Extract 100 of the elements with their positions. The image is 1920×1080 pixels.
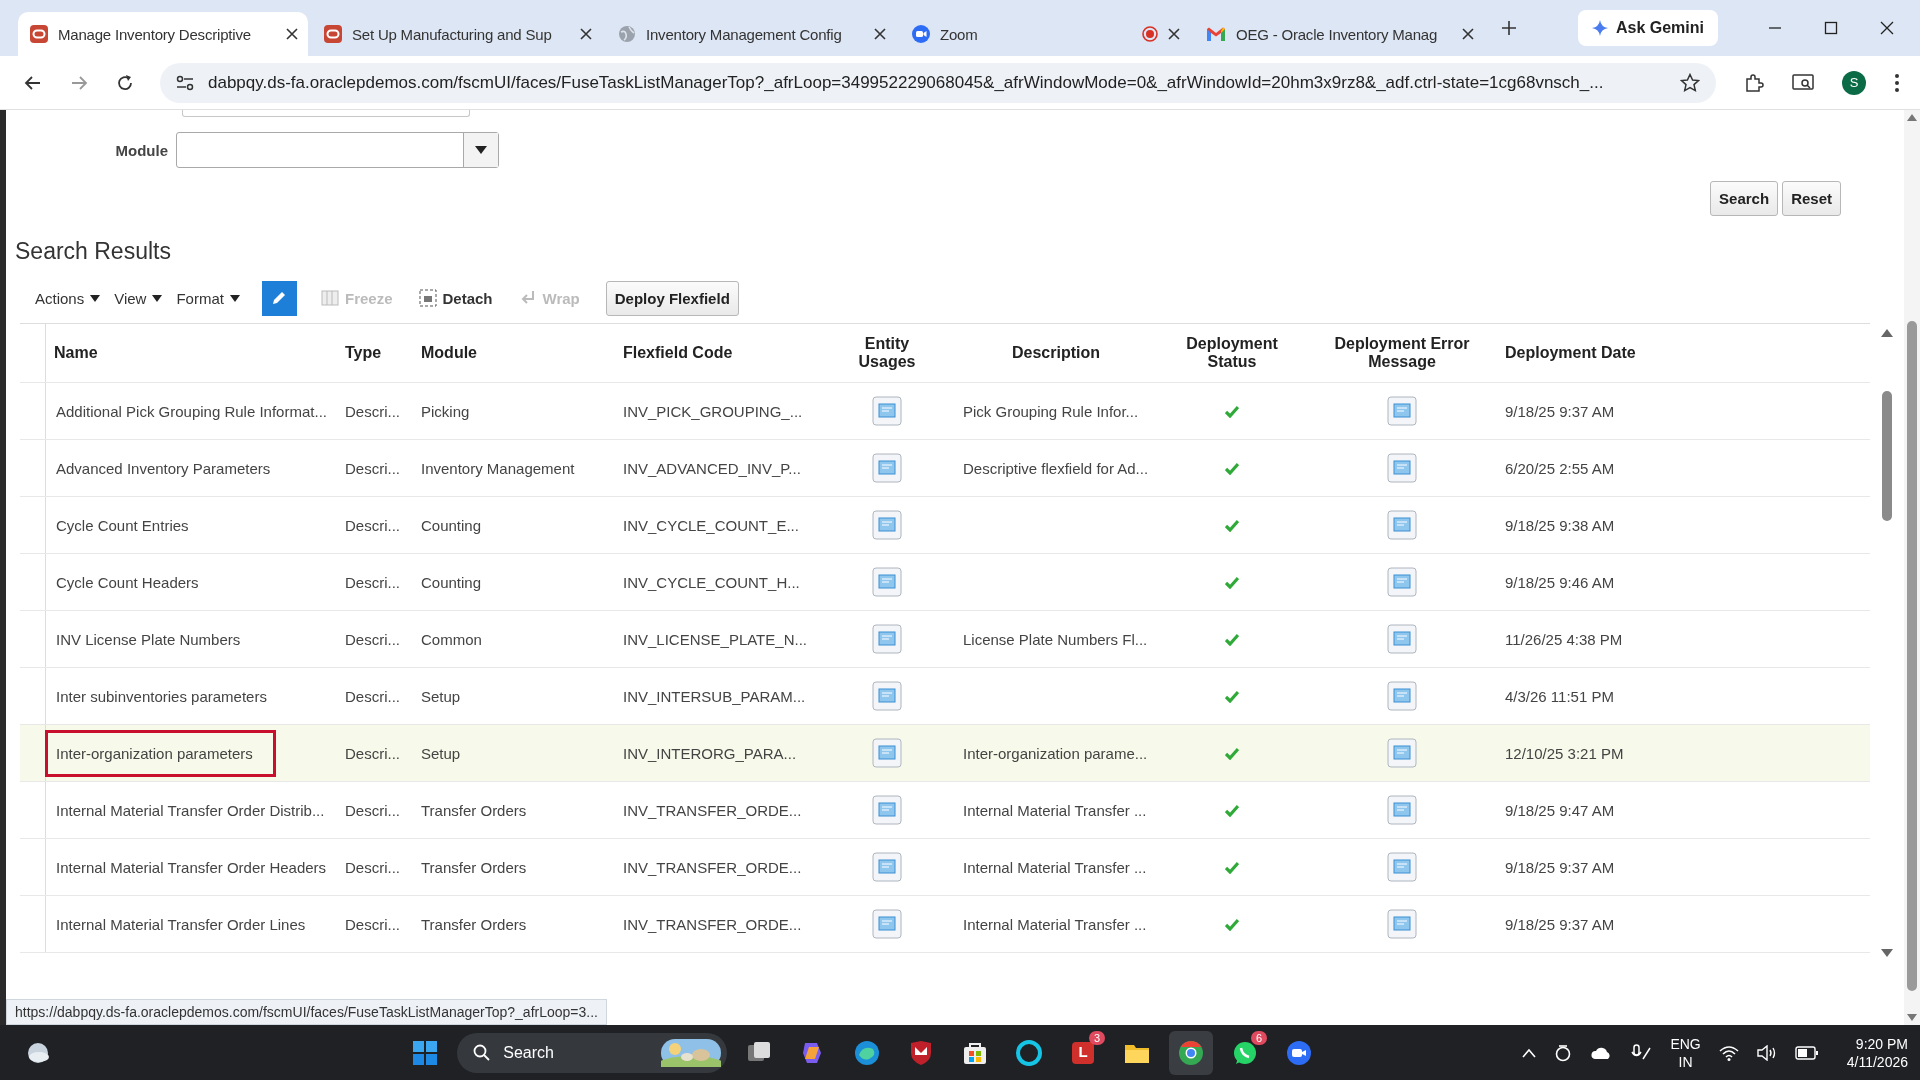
table-cell: Inter-organization parame... — [963, 744, 1148, 762]
table-cell: Counting — [421, 573, 482, 591]
table-cell: 4/3/26 11:51 PM — [1505, 687, 1614, 705]
star-icon[interactable] — [1680, 72, 1700, 93]
table-cell: Setup — [421, 744, 461, 762]
menu-button[interactable]: Actions — [35, 289, 101, 307]
close-icon[interactable] — [1462, 28, 1474, 40]
column-header[interactable]: Flexfield Code — [615, 324, 819, 382]
menu-button[interactable]: Format — [176, 289, 240, 307]
ask-gemini-button[interactable]: Ask Gemini — [1577, 10, 1718, 46]
microphone-icon[interactable] — [1630, 1043, 1653, 1062]
reload-icon[interactable] — [116, 73, 134, 92]
extensions-icon[interactable] — [1744, 72, 1764, 93]
browser-tab[interactable]: Inventory Management Config — [606, 12, 896, 56]
browser-icon — [853, 1038, 882, 1067]
close-icon[interactable] — [580, 28, 592, 40]
table-cell-text: Internal Material Transfer Order Distrib... — [55, 800, 326, 821]
toolbar-button[interactable]: Detach — [418, 289, 493, 307]
browser-tab[interactable]: Set Up Manufacturing and Sup — [312, 12, 602, 56]
chevron-up-icon[interactable] — [1522, 1047, 1537, 1058]
maximize-icon[interactable] — [1824, 21, 1838, 35]
scroll-thumb[interactable] — [1907, 321, 1917, 991]
language-indicator[interactable]: ENG IN — [1670, 1034, 1701, 1071]
column-header[interactable]: Deployment Date — [1497, 324, 1870, 382]
table-cell: INV_LICENSE_PLATE_N... — [623, 630, 807, 648]
column-header[interactable]: Type — [337, 324, 413, 382]
column-header[interactable]: Name — [46, 324, 337, 382]
column-header[interactable]: Module — [413, 324, 615, 382]
field-label: Module — [114, 141, 169, 159]
column-header[interactable]: Entity Usages — [819, 324, 955, 382]
scroll-up-icon[interactable] — [1881, 329, 1893, 337]
table-cell-text: INV License Plate Numbers — [55, 629, 242, 650]
url-text: dabpqy.ds-fa.oraclepdemos.com/fscmUI/faces/FuseTaskListManagerTop?_afrLoop=349952229068045&_afrWindowMode=0&_afrWindowId=20hm3x9rz8&_adf.ctrl-state=1cg68vnsch_... — [208, 72, 1605, 93]
scroll-up-icon[interactable] — [1907, 114, 1917, 121]
clock[interactable]: 9:20 PM 4/11/2026 — [1846, 1034, 1908, 1071]
scroll-thumb[interactable] — [1882, 391, 1892, 521]
dropdown-icon[interactable] — [475, 146, 487, 154]
table-cell-text: Internal Material Transfer Order Headers — [55, 857, 328, 878]
taskbar-button[interactable]: L 3 — [1061, 1030, 1106, 1075]
table-cell: Descri... — [345, 516, 400, 534]
table-cell: Transfer Orders — [421, 858, 527, 876]
sync-icon[interactable] — [1554, 1043, 1573, 1062]
scrollbar[interactable] — [1904, 110, 1920, 1025]
table-cell: 9/18/25 9:37 AM — [1505, 402, 1615, 420]
browser-tab[interactable]: Manage Inventory Descriptive — [18, 12, 308, 56]
table-cell: 12/10/25 3:21 PM — [1505, 744, 1624, 762]
search-field[interactable]: Search — [457, 1032, 728, 1073]
oracle-icon — [324, 25, 342, 43]
address-field[interactable]: dabpqy.ds-fa.oraclepdemos.com/fscmUI/faces/FuseTaskListManagerTop?_afrLoop=349952229068045&_afrWindowMode=0&_afrWindowId=20hm3x9rz8&_adf.ctrl-state=1cg68vnsch_... — [160, 62, 1716, 103]
table-cell: Descri... — [345, 744, 400, 762]
wifi-icon[interactable] — [1718, 1044, 1739, 1061]
close-icon[interactable] — [1880, 21, 1894, 35]
table-cell: Descriptive flexfield for Ad... — [963, 459, 1149, 477]
notification-badge: 3 — [1089, 1030, 1106, 1045]
table-cell: License Plate Numbers Fl... — [963, 630, 1148, 648]
edit-button[interactable] — [261, 280, 297, 316]
screen-search-icon[interactable] — [1792, 72, 1814, 93]
table-cell: INV_INTERORG_PARA... — [623, 744, 797, 762]
column-header[interactable]: Deployment Error Message — [1307, 324, 1497, 382]
table-cell: 11/26/25 4:38 PM — [1505, 630, 1623, 648]
close-icon[interactable] — [286, 28, 298, 40]
forward-icon[interactable] — [70, 73, 88, 92]
status-url: https://dabpqy.ds-fa.oraclepdemos.com/fscmUI/faces/FuseTaskListManagerTop?_afrLoop=3... — [6, 999, 607, 1025]
back-icon[interactable] — [24, 73, 42, 92]
site-settings-icon[interactable] — [176, 74, 194, 91]
mail-icon — [1206, 26, 1226, 42]
profile-avatar[interactable]: S — [1842, 70, 1866, 95]
browser-tab[interactable]: OEG - Oracle Inventory Manag — [1194, 12, 1484, 56]
deploy-button[interactable]: Deploy Flexfield — [605, 280, 739, 316]
volume-icon[interactable] — [1756, 1044, 1777, 1061]
scroll-down-icon[interactable] — [1881, 949, 1893, 957]
column-header[interactable]: Deployment Status — [1157, 324, 1307, 382]
table-cell: Descri... — [345, 402, 400, 420]
table-cell: 9/18/25 9:38 AM — [1505, 516, 1615, 534]
table-cell: Internal Material Transfer ... — [963, 858, 1147, 876]
taskbar-button[interactable] — [1169, 1030, 1214, 1075]
form-button[interactable]: Reset — [1782, 181, 1841, 216]
close-icon[interactable] — [874, 28, 886, 40]
table-cell: INV_CYCLE_COUNT_H... — [623, 573, 800, 591]
table-cell: Descri... — [345, 459, 400, 477]
taskbar-button[interactable]: 6 — [1223, 1030, 1268, 1075]
close-icon[interactable] — [1168, 28, 1180, 40]
form-button[interactable]: Search — [1710, 181, 1779, 216]
table-cell-text: Additional Pick Grouping Rule Informat... — [55, 401, 328, 422]
search-icon — [473, 1043, 492, 1062]
menu-button[interactable]: View — [114, 289, 163, 307]
ring-icon — [1015, 1038, 1044, 1067]
scroll-down-icon[interactable] — [1907, 1014, 1917, 1021]
table-cell: INV_TRANSFER_ORDE... — [623, 858, 802, 876]
menu-icon[interactable] — [1894, 72, 1900, 93]
battery-icon[interactable] — [1794, 1045, 1819, 1060]
new-tab-icon[interactable] — [1502, 21, 1516, 35]
freeze-icon — [320, 289, 339, 307]
table-cell: INV_TRANSFER_ORDE... — [623, 915, 802, 933]
browser-tab[interactable]: Zoom — [900, 12, 1190, 56]
dropdown-icon — [152, 294, 163, 302]
column-header[interactable]: Description — [955, 324, 1157, 382]
table-cell: 9/18/25 9:46 AM — [1505, 573, 1615, 591]
table-cell: Descri... — [345, 801, 400, 819]
table-cell: 9/18/25 9:37 AM — [1505, 858, 1615, 876]
